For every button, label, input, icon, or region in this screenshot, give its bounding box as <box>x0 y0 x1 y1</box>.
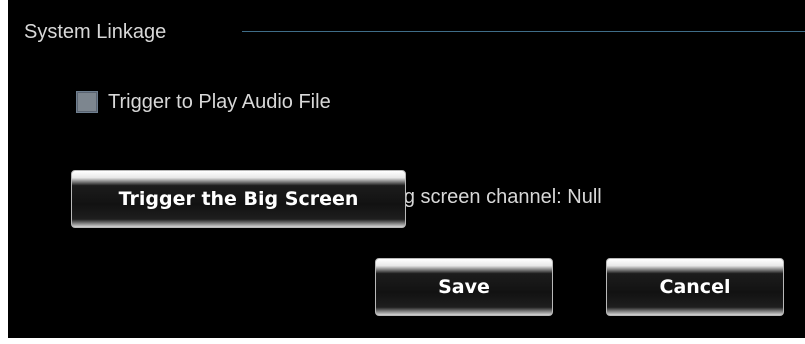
group-title: System Linkage <box>24 21 167 43</box>
save-button[interactable]: Save <box>375 258 553 316</box>
trigger-audio-label[interactable]: Trigger to Play Audio File <box>108 91 331 114</box>
trigger-audio-option[interactable]: Trigger to Play Audio File <box>76 88 331 116</box>
trigger-audio-checkbox[interactable] <box>76 91 98 113</box>
trigger-big-screen-button[interactable]: Trigger the Big Screen <box>71 170 406 228</box>
group-divider-line <box>242 31 805 32</box>
cancel-button[interactable]: Cancel <box>606 258 784 316</box>
